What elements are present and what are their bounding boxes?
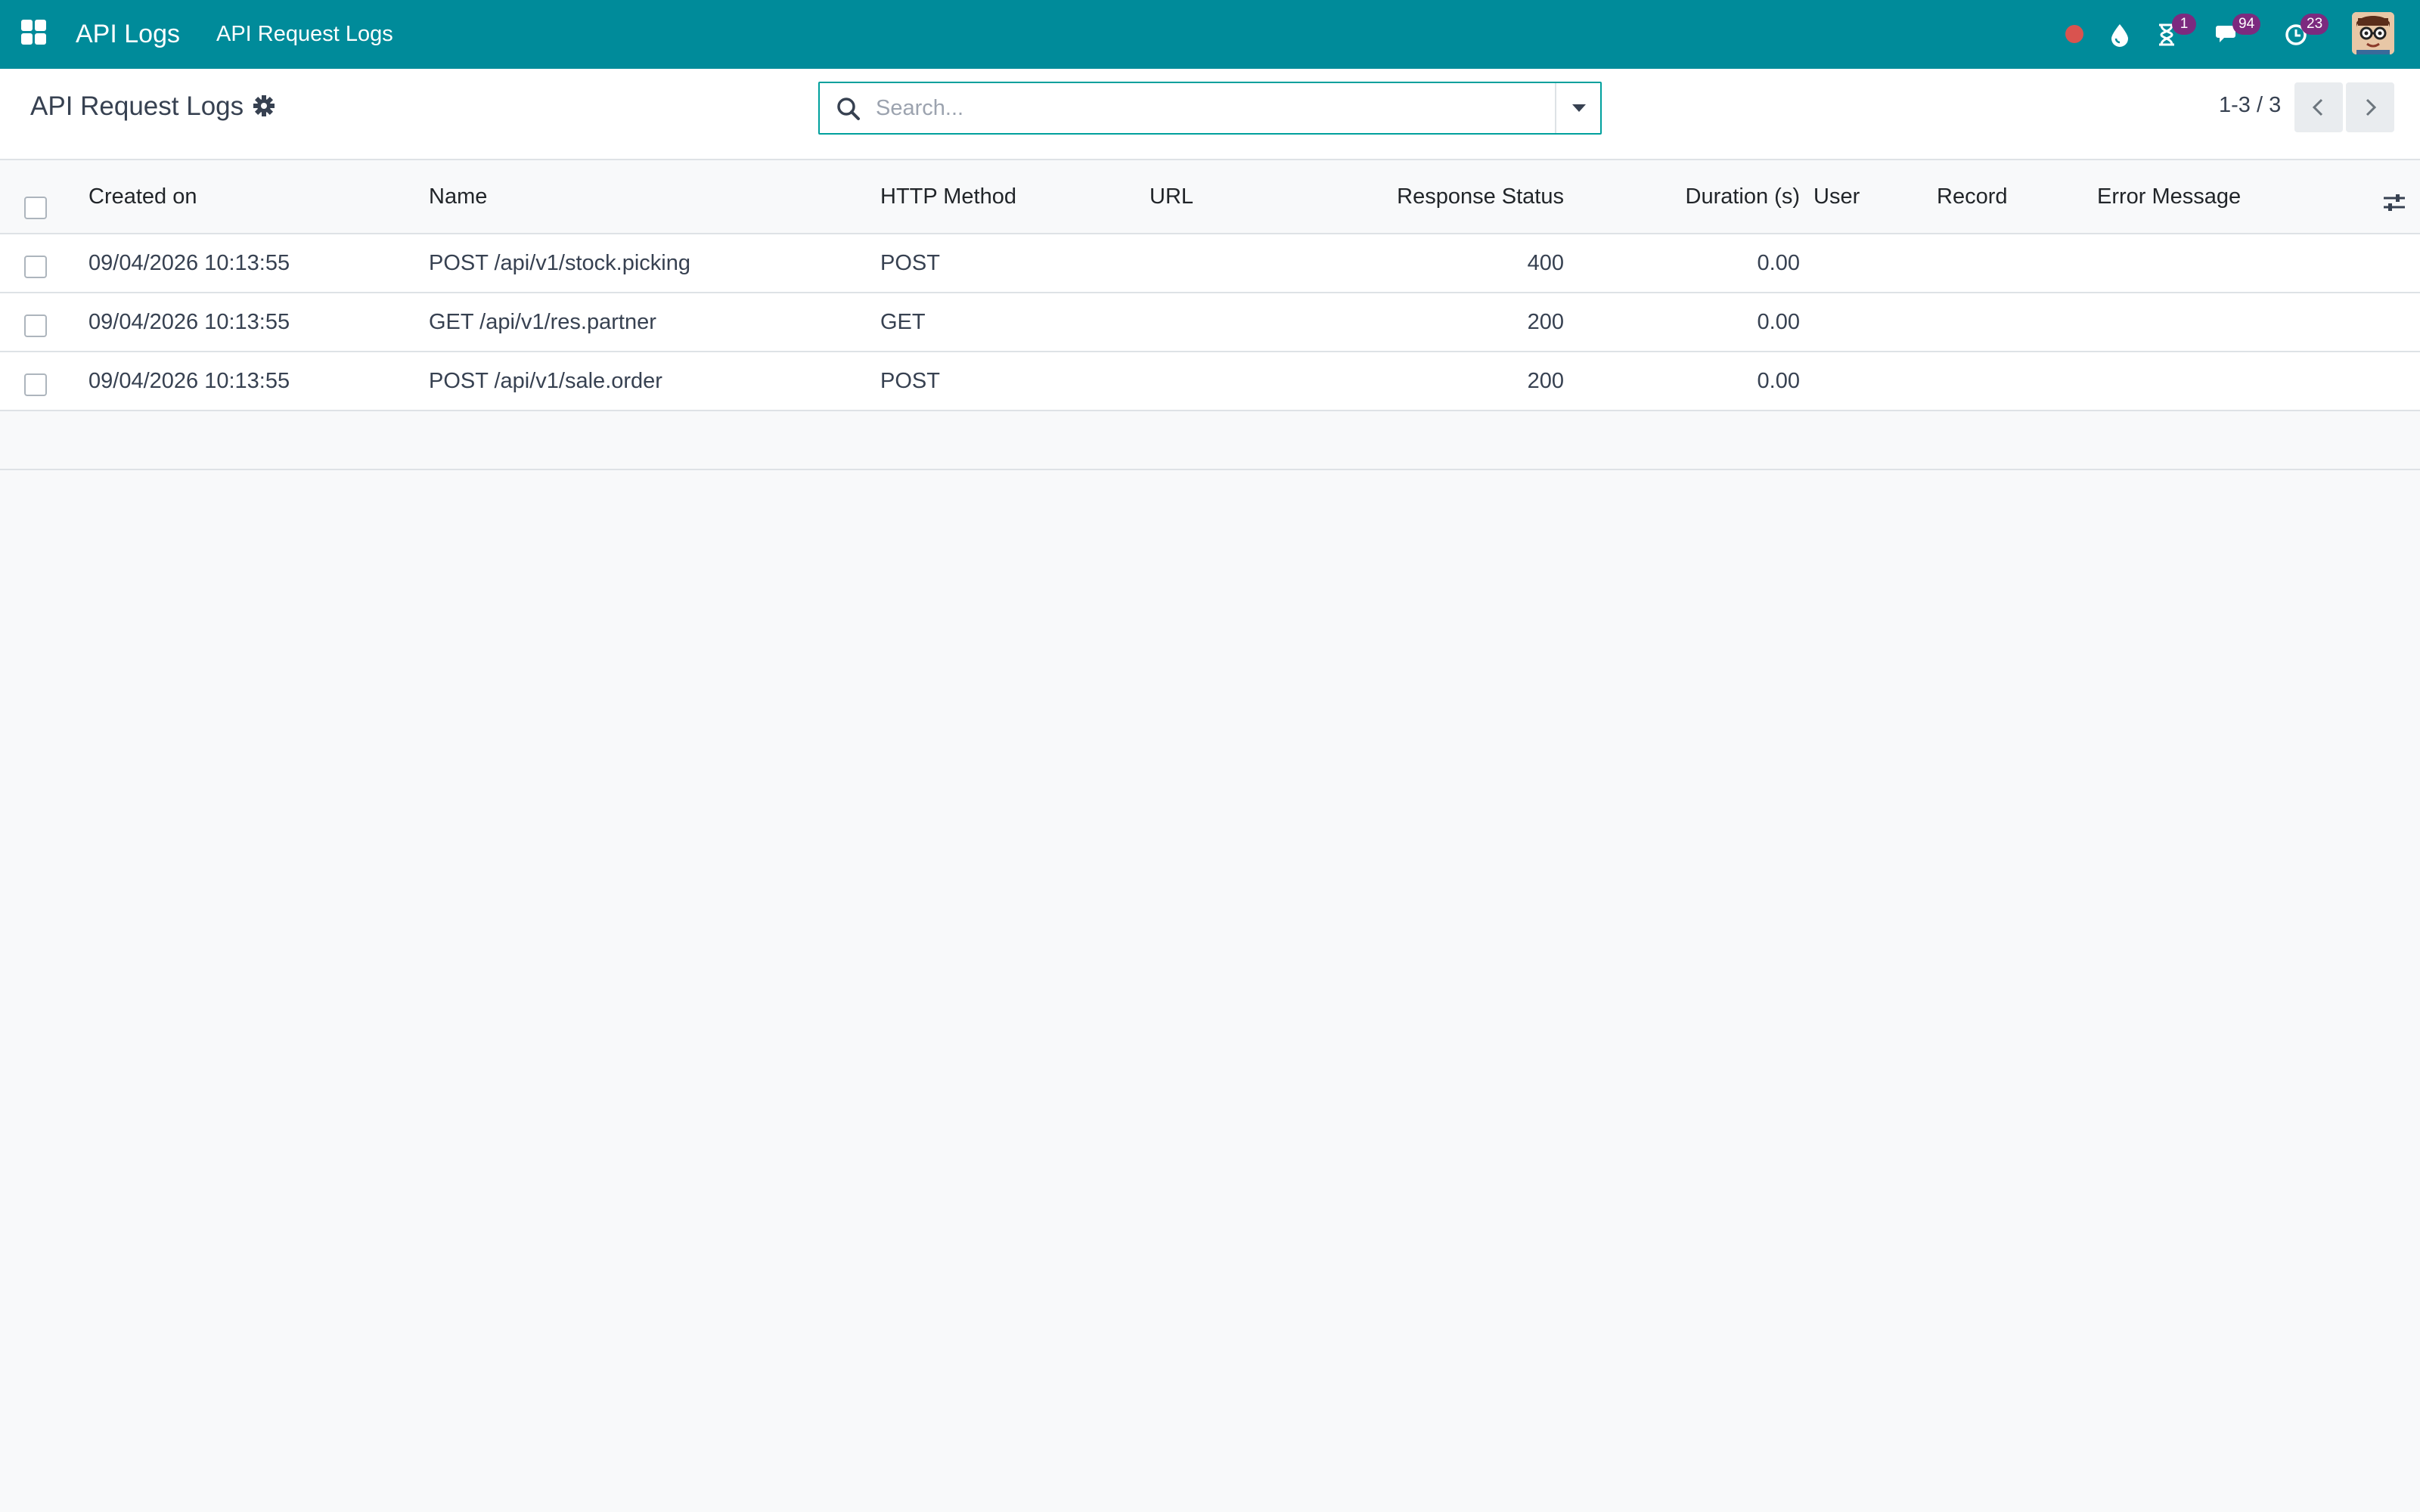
list-view-table: Created on Name HTTP Method URL Response… [0,160,2420,470]
gear-icon[interactable] [253,94,277,119]
cell-created-on: 09/04/2026 10:13:55 [88,250,290,275]
pager-previous-button[interactable] [2294,82,2343,132]
cell-duration: 0.00 [1757,368,1800,393]
column-settings-icon[interactable] [2382,191,2406,215]
messages-chat-icon[interactable]: 94 [2210,14,2261,53]
activities-hourglass-icon[interactable]: 1 [2149,14,2196,53]
timesheet-clock-icon[interactable]: 23 [2278,14,2329,53]
table-row[interactable]: 09/04/2026 10:13:55 POST /api/v1/stock.p… [0,234,2420,293]
column-header-created-on[interactable]: Created on [88,160,197,233]
chevron-right-icon [2366,98,2377,116]
control-panel: API Request Logs 1-3 / 3 [0,69,2420,160]
app-brand[interactable]: API Logs [76,0,180,69]
apps-menu-icon[interactable] [21,20,48,47]
timesheet-badge: 23 [2301,14,2329,35]
table-row[interactable]: 09/04/2026 10:13:55 GET /api/v1/res.part… [0,293,2420,352]
status-indicator-icon[interactable] [2057,15,2095,53]
column-header-record[interactable]: Record [1937,160,2008,233]
search-options-dropdown[interactable] [1555,83,1600,133]
cell-created-on: 09/04/2026 10:13:55 [88,309,290,334]
search-bar [818,82,1602,135]
drop-icon[interactable] [2102,15,2140,53]
messages-badge: 94 [2232,14,2261,35]
top-navbar: API Logs API Request Logs 1 94 23 [0,0,2420,69]
cell-name: POST /api/v1/stock.picking [429,250,691,275]
column-header-duration[interactable]: Duration (s) [1588,160,1801,233]
column-header-name[interactable]: Name [429,160,487,233]
cell-http-method: POST [880,368,940,393]
cell-response-status: 200 [1527,309,1564,334]
empty-row [0,411,2420,470]
table-row[interactable]: 09/04/2026 10:13:55 POST /api/v1/sale.or… [0,352,2420,411]
pager-value[interactable]: 1-3 / 3 [2219,93,2281,118]
column-header-response-status[interactable]: Response Status [1240,160,1564,233]
activities-badge: 1 [2172,14,2196,35]
row-checkbox[interactable] [24,314,47,337]
cell-created-on: 09/04/2026 10:13:55 [88,368,290,393]
select-all-checkbox[interactable] [24,197,47,219]
cell-http-method: GET [880,309,926,334]
cell-name: POST /api/v1/sale.order [429,368,662,393]
user-avatar[interactable] [2352,12,2394,54]
table-header: Created on Name HTTP Method URL Response… [0,160,2420,234]
cell-http-method: POST [880,250,940,275]
page-title: API Request Logs [30,91,244,121]
column-header-http-method[interactable]: HTTP Method [880,160,1016,233]
search-icon [837,98,860,120]
row-checkbox[interactable] [24,256,47,278]
pager-next-button[interactable] [2346,82,2394,132]
cell-duration: 0.00 [1757,309,1800,334]
column-header-url[interactable]: URL [1150,160,1193,233]
cell-duration: 0.00 [1757,250,1800,275]
cell-response-status: 200 [1527,368,1564,393]
column-header-user[interactable]: User [1813,160,1860,233]
chevron-left-icon [2312,98,2323,116]
cell-name: GET /api/v1/res.partner [429,309,656,334]
search-input[interactable] [876,88,1526,129]
column-header-error-message[interactable]: Error Message [2097,160,2241,233]
cell-response-status: 400 [1527,250,1564,275]
menu-item-api-request-logs[interactable]: API Request Logs [216,0,393,69]
row-checkbox[interactable] [24,373,47,396]
